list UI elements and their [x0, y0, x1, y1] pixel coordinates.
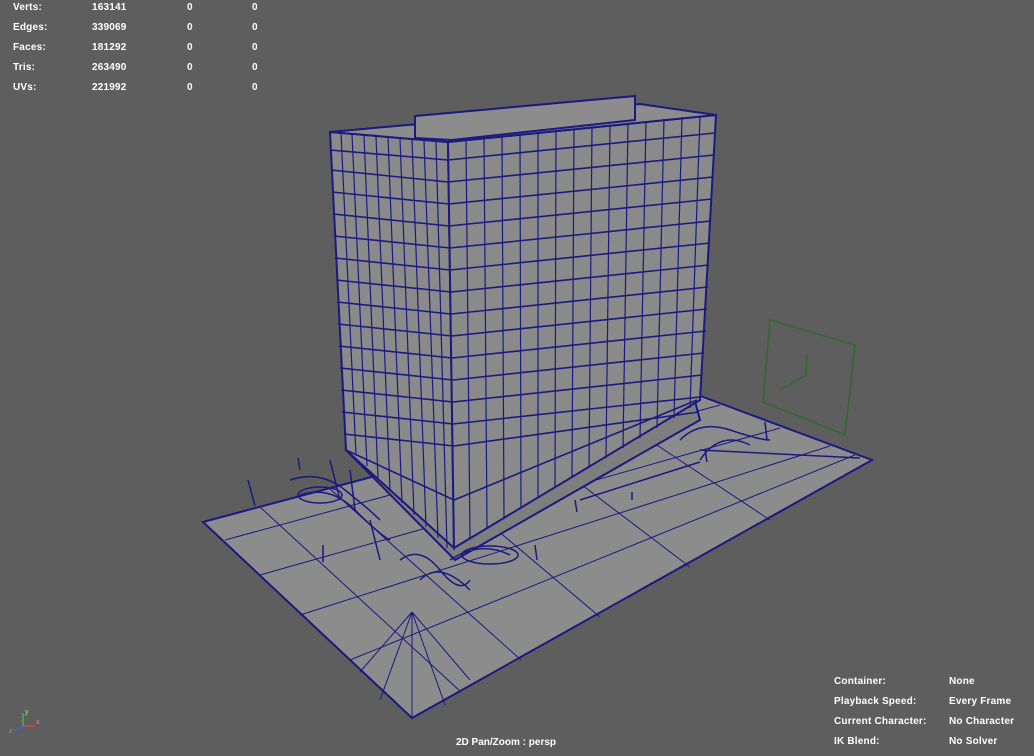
stat-label: Edges: — [13, 22, 48, 33]
stat-value: 263490 — [92, 62, 127, 73]
camera-gizmo[interactable] — [762, 319, 856, 437]
info-row-playback-speed: Playback Speed: Every Frame — [834, 696, 1034, 716]
stat-row-verts: Verts: 163141 0 0 — [13, 2, 273, 22]
stat-value: 221992 — [92, 82, 127, 93]
scene-info: Container: None Playback Speed: Every Fr… — [834, 676, 1034, 756]
stat-value: 0 — [187, 62, 193, 73]
info-value: No Character — [949, 716, 1015, 727]
info-value: No Solver — [949, 736, 998, 747]
stat-row-uvs: UVs: 221992 0 0 — [13, 82, 273, 102]
info-key: Current Character: — [834, 716, 927, 727]
info-key: IK Blend: — [834, 736, 880, 747]
stat-value: 0 — [252, 82, 258, 93]
stat-value: 0 — [252, 42, 258, 53]
stat-value: 0 — [252, 22, 258, 33]
stat-value: 181292 — [92, 42, 127, 53]
3d-viewport[interactable] — [0, 0, 1034, 754]
stat-row-edges: Edges: 339069 0 0 — [13, 22, 273, 42]
stat-label: Faces: — [13, 42, 46, 53]
stat-label: UVs: — [13, 82, 37, 93]
stat-value: 0 — [252, 2, 258, 13]
stat-value: 163141 — [92, 2, 127, 13]
stat-label: Verts: — [13, 2, 42, 13]
z-axis-line — [14, 725, 24, 732]
stat-value: 0 — [252, 62, 258, 73]
info-value: None — [949, 676, 975, 687]
stat-value: 0 — [187, 2, 193, 13]
info-row-container: Container: None — [834, 676, 1034, 696]
z-axis-label: z — [9, 728, 13, 734]
stat-value: 0 — [187, 42, 193, 53]
axis-gizmo-icon: x y z — [9, 709, 40, 734]
x-axis-label: x — [36, 719, 40, 726]
info-row-current-character: Current Character: No Character — [834, 716, 1034, 736]
stat-value: 0 — [187, 22, 193, 33]
stat-value: 339069 — [92, 22, 127, 33]
info-key: Playback Speed: — [834, 696, 917, 707]
stat-label: Tris: — [13, 62, 36, 73]
stat-value: 0 — [187, 82, 193, 93]
info-row-ik-blend: IK Blend: No Solver — [834, 736, 1034, 756]
info-key: Container: — [834, 676, 886, 687]
camera-label: 2D Pan/Zoom : persp — [456, 737, 557, 748]
stat-row-faces: Faces: 181292 0 0 — [13, 42, 273, 62]
y-axis-label: y — [25, 709, 29, 716]
poly-count-stats: Verts: 163141 0 0 Edges: 339069 0 0 Face… — [13, 2, 273, 102]
stat-row-tris: Tris: 263490 0 0 — [13, 62, 273, 82]
info-value: Every Frame — [949, 696, 1012, 707]
